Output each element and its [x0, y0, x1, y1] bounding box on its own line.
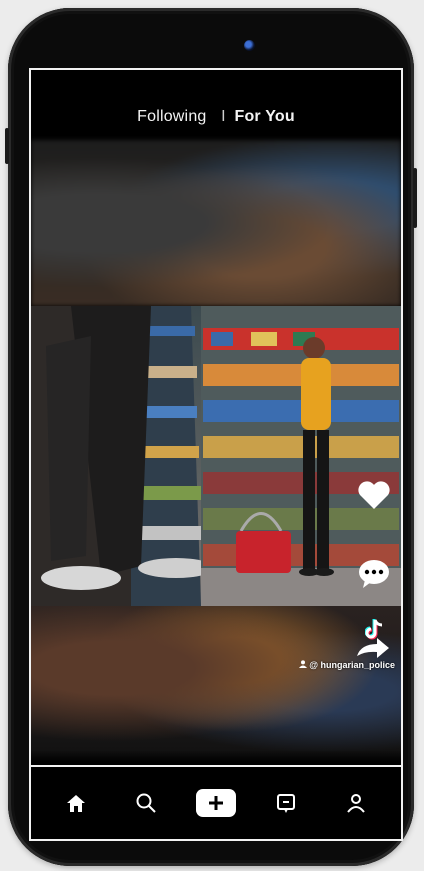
bottom-navigation — [31, 765, 401, 839]
power-button — [413, 168, 417, 228]
plus-icon — [196, 789, 236, 817]
create-button[interactable] — [196, 783, 236, 823]
author-handle[interactable]: @ hungarian_police — [298, 660, 395, 670]
video-frame-supermarket — [31, 306, 401, 606]
feed-tabs: Following I For You — [31, 108, 401, 126]
profile-icon[interactable] — [336, 783, 376, 823]
app-screen: Following I For You @ hungarian_police — [29, 68, 403, 841]
home-icon[interactable] — [56, 783, 96, 823]
front-camera — [244, 40, 255, 51]
user-icon — [298, 660, 310, 670]
heart-icon[interactable] — [357, 480, 391, 515]
tab-following[interactable]: Following — [137, 108, 206, 125]
volume-button — [5, 128, 9, 164]
video-player[interactable] — [31, 306, 401, 606]
tab-for-you[interactable]: For You — [234, 108, 294, 125]
comment-icon[interactable] — [357, 558, 391, 595]
blurred-video-backdrop-top — [31, 140, 401, 306]
tab-separator: I — [221, 108, 226, 125]
inbox-icon[interactable] — [266, 783, 306, 823]
blurred-video-backdrop-bottom — [31, 606, 401, 762]
author-handle-text: @ hungarian_police — [309, 660, 395, 670]
backdrop-fade — [31, 750, 401, 762]
search-icon[interactable] — [126, 783, 166, 823]
